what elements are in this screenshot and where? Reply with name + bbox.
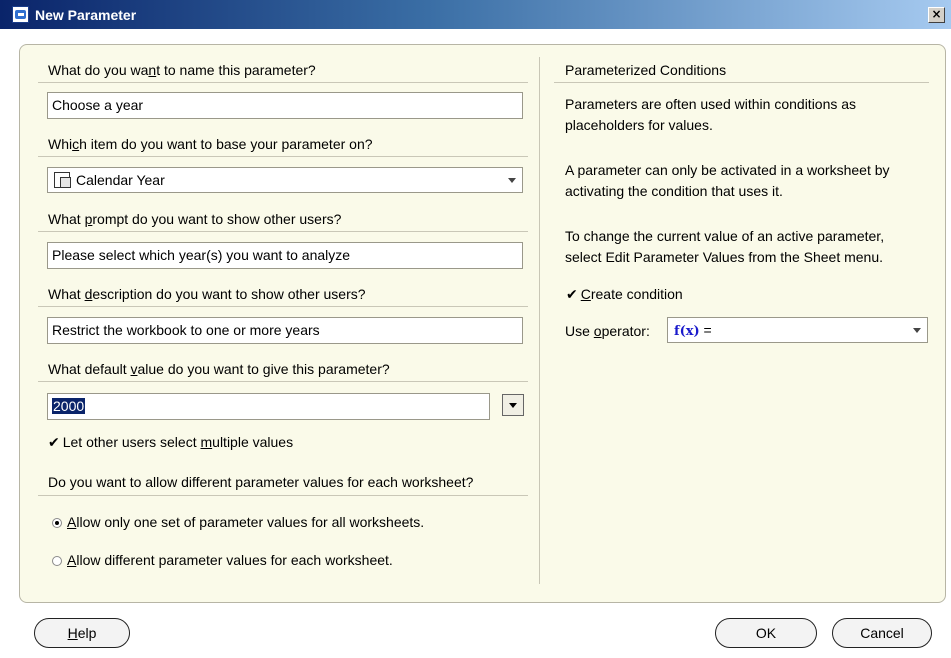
title-bar: New Parameter ×: [0, 0, 951, 29]
divider: [38, 306, 528, 307]
info-para3-line1: To change the current value of an active…: [565, 228, 885, 244]
divider: [38, 82, 528, 83]
info-para1-line1: Parameters are often used within conditi…: [565, 96, 857, 112]
cancel-button[interactable]: Cancel: [832, 618, 932, 648]
operator-select[interactable]: f(x) =: [667, 317, 928, 343]
column-divider: [539, 57, 540, 584]
base-item-value: Calendar Year: [76, 172, 165, 188]
divider: [554, 82, 929, 83]
description-question-label: What description do you want to show oth…: [48, 286, 366, 302]
operator-value: f(x) =: [674, 322, 712, 339]
description-field[interactable]: Restrict the workbook to one or more yea…: [47, 317, 523, 344]
info-para1-line2: placeholders for values.: [565, 117, 713, 133]
close-button[interactable]: ×: [928, 7, 945, 23]
create-condition-checkbox[interactable]: ✔ Create condition: [566, 286, 683, 303]
allow-question-label: Do you want to allow different parameter…: [48, 474, 474, 490]
divider: [38, 156, 528, 157]
field-item-icon: [54, 172, 71, 188]
checkbox-checked-icon: ✔: [48, 434, 60, 450]
checkbox-checked-icon: ✔: [566, 286, 578, 302]
info-para2-line1: A parameter can only be activated in a w…: [565, 162, 890, 178]
divider: [38, 381, 528, 382]
name-question-label: What do you want to name this parameter?: [48, 62, 316, 78]
info-para2-line2: activating the condition that uses it.: [565, 183, 783, 199]
chevron-down-icon: [913, 328, 921, 333]
window-title: New Parameter: [35, 7, 137, 23]
new-parameter-icon: [12, 6, 29, 23]
radio-unselected-icon: [52, 556, 62, 566]
help-button[interactable]: Help: [34, 618, 130, 648]
default-value-text: 2000: [52, 398, 86, 414]
operator-label: Use operator:: [565, 323, 650, 339]
default-value-question-label: What default value do you want to give t…: [48, 361, 390, 377]
prompt-field[interactable]: Please select which year(s) you want to …: [47, 242, 523, 269]
divider: [38, 495, 528, 496]
multi-values-checkbox[interactable]: ✔ Let other users select multiple values: [48, 434, 293, 451]
radio-selected-icon: [52, 518, 62, 528]
item-question-label: Which item do you want to base your para…: [48, 136, 373, 152]
radio-different-values[interactable]: Allow different parameter values for eac…: [52, 552, 393, 568]
ok-button[interactable]: OK: [715, 618, 817, 648]
function-icon: f(x): [674, 324, 700, 339]
radio-one-set[interactable]: Allow only one set of parameter values f…: [52, 514, 424, 530]
base-item-select[interactable]: Calendar Year: [47, 167, 523, 193]
info-para3-line2: select Edit Parameter Values from the Sh…: [565, 249, 884, 265]
parameter-name-field[interactable]: Choose a year: [47, 92, 523, 119]
default-value-dropdown-button[interactable]: [502, 394, 524, 416]
default-value-field[interactable]: 2000: [47, 393, 490, 420]
chevron-down-icon: [508, 178, 516, 183]
prompt-question-label: What prompt do you want to show other us…: [48, 211, 342, 227]
divider: [38, 231, 528, 232]
conditions-heading: Parameterized Conditions: [565, 62, 727, 78]
